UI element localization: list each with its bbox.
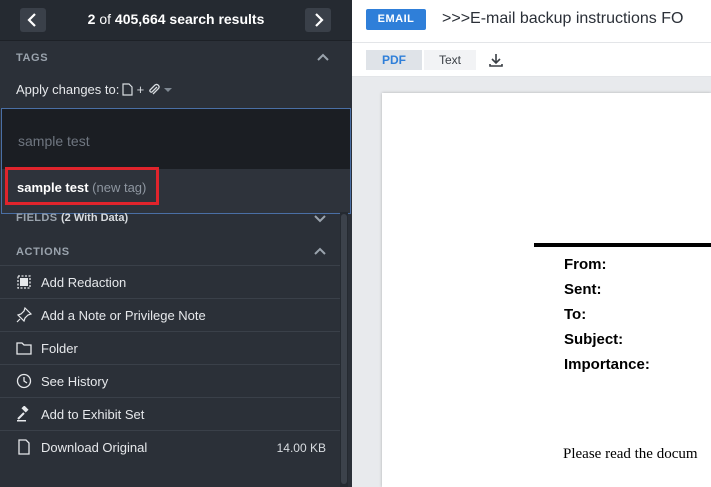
chevron-up-icon[interactable] — [313, 244, 327, 258]
highlight-annotation — [5, 167, 159, 205]
sidebar-panel: 2 of 405,664 search results TAGS Apply c… — [0, 0, 352, 487]
action-folder[interactable]: Folder — [0, 331, 340, 365]
file-size: 14.00 KB — [276, 441, 326, 455]
action-label: Download Original — [41, 440, 148, 455]
folder-icon — [16, 342, 32, 355]
tab-text[interactable]: Text — [424, 50, 476, 70]
previous-result-button[interactable] — [20, 8, 46, 32]
fields-section-header[interactable]: FIELDS (2 With Data) — [16, 212, 128, 224]
view-toolbar: PDF Text — [352, 43, 711, 77]
document-title: >>>E-mail backup instructions FO — [442, 10, 684, 27]
search-results-pager: 2 of 405,664 search results — [0, 0, 352, 41]
pin-icon — [16, 307, 32, 323]
chevron-down-icon[interactable] — [313, 212, 327, 226]
email-header-subject: Subject: — [564, 331, 624, 348]
caret-down-icon — [164, 88, 173, 92]
file-icon — [18, 439, 30, 455]
action-add-note[interactable]: Add a Note or Privilege Note — [0, 298, 340, 332]
redaction-icon — [17, 275, 31, 289]
action-label: See History — [41, 374, 109, 389]
tags-header-label: TAGS — [16, 52, 49, 64]
header-rule — [534, 243, 711, 247]
actions-section-header[interactable]: ACTIONS — [0, 236, 340, 266]
email-header-from: From: — [564, 256, 607, 273]
email-header-to: To: — [564, 306, 587, 323]
action-label: Add to Exhibit Set — [41, 407, 145, 422]
actions-header-label: ACTIONS — [16, 246, 70, 258]
chevron-left-icon — [27, 13, 36, 27]
next-result-button[interactable] — [305, 8, 331, 32]
tag-search-input[interactable] — [16, 129, 320, 153]
action-add-exhibit[interactable]: Add to Exhibit Set — [0, 397, 340, 431]
action-download-original[interactable]: Download Original 14.00 KB — [0, 430, 340, 464]
apply-plus: + — [136, 82, 145, 97]
document-page: From: Sent: To: Subject: Importance: Ple… — [382, 93, 711, 487]
chevron-right-icon — [315, 13, 324, 27]
action-see-history[interactable]: See History — [0, 364, 340, 398]
email-body-text: Please read the docum — [563, 446, 698, 462]
action-label: Add Redaction — [41, 275, 127, 290]
result-total: 405,664 — [114, 11, 166, 27]
document-icon — [122, 83, 133, 96]
tab-pdf[interactable]: PDF — [366, 50, 422, 70]
action-add-redaction[interactable]: Add Redaction — [0, 265, 340, 299]
fields-header-label: FIELDS — [16, 212, 58, 224]
result-count: 2 of 405,664 search results — [50, 11, 302, 27]
action-label: Add a Note or Privilege Note — [41, 308, 206, 323]
scrollbar-thumb[interactable] — [341, 214, 347, 484]
sidebar-scrollbar[interactable] — [340, 212, 348, 487]
fields-count: (2 With Data) — [60, 212, 129, 224]
paperclip-icon — [149, 83, 160, 95]
document-type-badge: EMAIL — [366, 9, 426, 30]
document-viewer[interactable]: From: Sent: To: Subject: Importance: Ple… — [352, 77, 711, 487]
download-icon[interactable] — [488, 52, 504, 68]
chevron-up-icon[interactable] — [316, 50, 330, 64]
apply-changes-target[interactable]: + — [122, 82, 173, 97]
result-suffix: search results — [169, 11, 265, 27]
action-label: Folder — [41, 341, 78, 356]
tag-input-wrapper — [2, 109, 350, 169]
gavel-icon — [17, 406, 29, 422]
clock-icon — [16, 373, 32, 389]
document-panel: EMAIL >>>E-mail backup instructions FO P… — [352, 0, 711, 487]
result-of: of — [99, 11, 112, 27]
tags-section-header[interactable]: TAGS — [0, 42, 352, 72]
document-header: EMAIL >>>E-mail backup instructions FO — [352, 0, 711, 43]
email-header-sent: Sent: — [564, 281, 602, 298]
email-header-importance: Importance: — [564, 356, 650, 373]
apply-changes-label: Apply changes to: — [16, 82, 120, 97]
result-current: 2 — [87, 11, 96, 27]
